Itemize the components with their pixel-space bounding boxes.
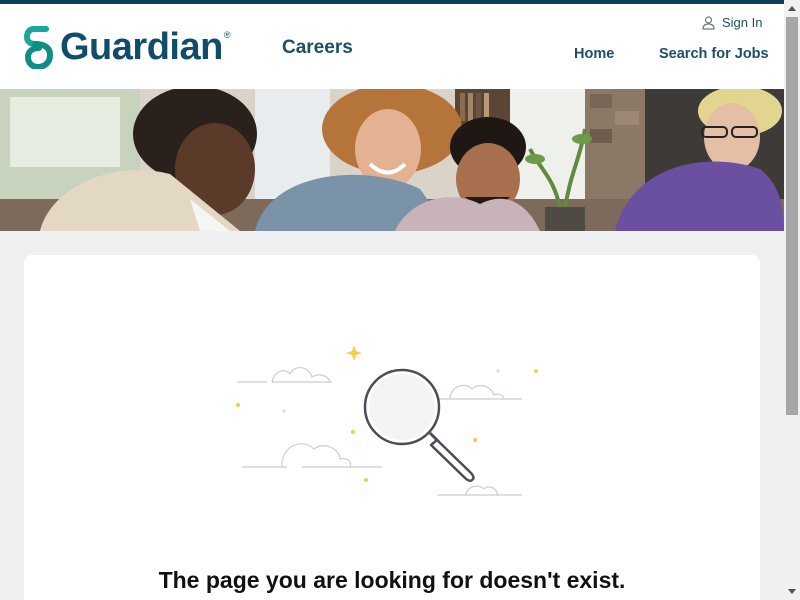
user-icon bbox=[702, 15, 715, 30]
error-card: The page you are looking for doesn't exi… bbox=[24, 255, 760, 600]
team-photo-banner bbox=[0, 89, 784, 231]
site-header: Guardian ® Careers Sign In Home Search f… bbox=[0, 4, 784, 89]
registered-mark: ® bbox=[223, 30, 231, 40]
scroll-up-arrow-icon[interactable] bbox=[784, 0, 800, 17]
nav-search-jobs-link[interactable]: Search for Jobs bbox=[659, 46, 769, 62]
guardian-logo[interactable]: Guardian ® bbox=[24, 24, 230, 70]
nav-home-link[interactable]: Home bbox=[574, 46, 614, 62]
main-content: The page you are looking for doesn't exi… bbox=[0, 231, 784, 600]
error-message: The page you are looking for doesn't exi… bbox=[158, 567, 626, 593]
guardian-logo-icon bbox=[24, 25, 54, 69]
hero-banner bbox=[0, 89, 784, 231]
vertical-scrollbar[interactable] bbox=[784, 0, 800, 600]
careers-label: Careers bbox=[282, 37, 353, 58]
magnifying-glass-icon bbox=[232, 337, 552, 502]
brand-name: Guardian bbox=[60, 26, 223, 68]
sign-in-label: Sign In bbox=[722, 15, 763, 30]
scrollbar-thumb[interactable] bbox=[786, 17, 798, 415]
sign-in-link[interactable]: Sign In bbox=[702, 15, 762, 30]
scroll-down-arrow-icon[interactable] bbox=[784, 583, 800, 600]
